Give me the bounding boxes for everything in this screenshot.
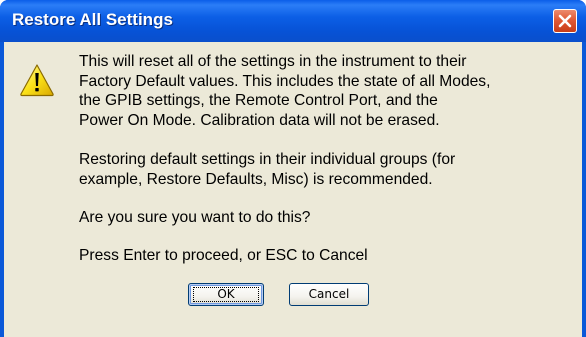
cancel-button[interactable]: Cancel bbox=[289, 283, 369, 306]
message-line: Power On Mode. Calibration data will not… bbox=[79, 111, 440, 129]
message-line: Factory Default values. This includes th… bbox=[79, 72, 491, 90]
window-title: Restore All Settings bbox=[12, 10, 173, 29]
message-line: the GPIB settings, the Remote Control Po… bbox=[79, 92, 438, 109]
message-paragraph-1: This will reset all of the settings in t… bbox=[79, 52, 490, 130]
dialog-body: This will reset all of the settings in t… bbox=[4, 42, 582, 337]
message-line: Restoring default settings in their indi… bbox=[79, 151, 456, 168]
ok-button[interactable]: OK bbox=[188, 283, 264, 306]
message-line: This will reset all of the settings in t… bbox=[79, 53, 467, 70]
close-icon bbox=[558, 14, 572, 28]
cancel-button-label: Cancel bbox=[308, 287, 350, 301]
confirmation-question: Are you sure you want to do this? bbox=[79, 209, 311, 226]
focus-rectangle bbox=[193, 287, 259, 302]
title-bar[interactable]: Restore All Settings bbox=[0, 0, 586, 42]
message-paragraph-2: Restoring default settings in their indi… bbox=[79, 150, 455, 189]
restore-settings-dialog: Restore All Settings This will reset all… bbox=[0, 0, 586, 337]
close-button[interactable] bbox=[553, 9, 577, 33]
message-line: example, Restore Defaults, Misc) is reco… bbox=[79, 170, 433, 188]
warning-icon bbox=[20, 64, 54, 97]
instruction-text: Press Enter to proceed, or ESC to Cancel bbox=[79, 247, 368, 264]
